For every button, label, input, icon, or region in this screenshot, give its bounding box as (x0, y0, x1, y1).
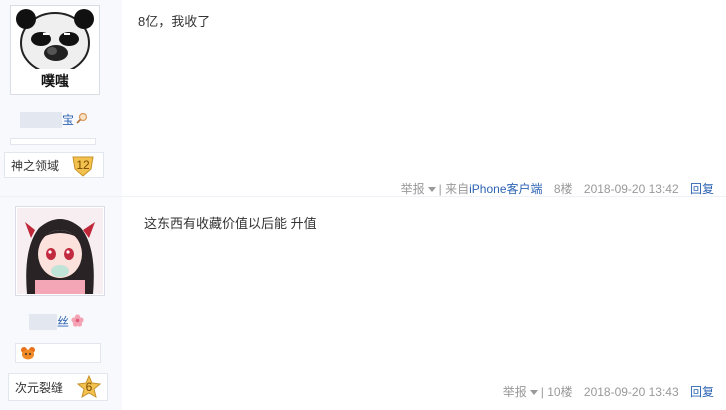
post-2-avatar[interactable] (15, 206, 105, 296)
level-number: 6 (85, 380, 93, 394)
forum-badge-name: 次元裂缝 (15, 381, 64, 395)
panda-meme-avatar: 噗嗤 (12, 7, 98, 93)
anime-girl-image (17, 208, 103, 294)
forum-badge-name: 神之领域 (11, 159, 60, 173)
username-mask (20, 111, 62, 128)
level-shield-icon: 12 (71, 155, 95, 186)
reply-button[interactable]: 回复 (690, 385, 714, 399)
post-1-content: 8亿，我收了 (138, 14, 211, 29)
source-client-link[interactable]: iPhone客户端 (469, 182, 542, 196)
level-number: 12 (76, 158, 90, 172)
post-timestamp: 2018-09-20 13:43 (583, 385, 679, 399)
username-visible-part: 宝 (62, 113, 75, 127)
level-star-icon: 6 (76, 374, 102, 409)
magnifier-icon (76, 112, 88, 127)
dropdown-triangle-icon[interactable] (427, 187, 436, 193)
username-visible-part: 丝 (57, 315, 70, 329)
report-button[interactable]: 举报 (401, 182, 425, 196)
source-prefix: 来自 (445, 182, 470, 196)
meta-separator: | (540, 385, 544, 399)
reply-button[interactable]: 回复 (690, 182, 714, 196)
floor-number: 10楼 (547, 385, 573, 399)
orange-bear-icon (20, 346, 36, 365)
dropdown-triangle-icon[interactable] (529, 390, 538, 396)
post-2-content: 这东西有收藏价值以后能 升值 (144, 216, 317, 231)
report-button[interactable]: 举报 (503, 385, 527, 399)
post-1-username[interactable]: 宝 (20, 111, 88, 128)
floor-number: 8楼 (553, 182, 573, 196)
post-2-forum-badge[interactable]: 次元裂缝 6 (8, 373, 108, 401)
meta-separator: | (438, 182, 442, 196)
flower-icon (71, 313, 84, 330)
post-1-user-bar (10, 138, 96, 145)
username-mask (29, 313, 57, 330)
avatar-caption: 噗嗤 (41, 73, 69, 89)
post-1-meta: 举报 | 来自iPhone客户端 8楼 2018-09-20 13:42 回复 (401, 180, 714, 197)
post-2-icon-badge[interactable] (15, 343, 101, 363)
post-2-username[interactable]: 丝 (29, 313, 84, 330)
anime-girl-avatar (17, 208, 103, 294)
post-1-forum-badge[interactable]: 神之领域 12 (4, 152, 104, 178)
post-2-meta: 举报 | 10楼 2018-09-20 13:43 回复 (503, 383, 714, 400)
post-timestamp: 2018-09-20 13:42 (583, 182, 679, 196)
post-1-avatar[interactable]: 噗嗤 (10, 5, 100, 95)
